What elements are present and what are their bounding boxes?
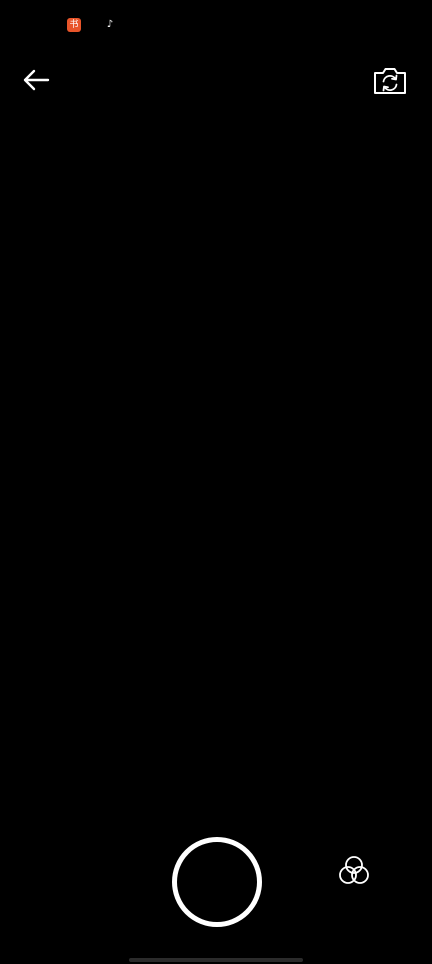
flip-camera-button[interactable] bbox=[368, 58, 412, 102]
app-notification-icon: 书 bbox=[67, 18, 81, 32]
camera-flip-icon bbox=[374, 68, 406, 94]
filters-button[interactable] bbox=[334, 850, 374, 890]
tiktok-icon: ♪ bbox=[103, 18, 117, 32]
back-button[interactable] bbox=[16, 60, 56, 100]
shutter-button[interactable] bbox=[172, 837, 262, 927]
home-indicator[interactable] bbox=[129, 958, 303, 962]
arrow-left-icon bbox=[23, 69, 50, 91]
status-bar: 书 ♪ bbox=[0, 0, 432, 48]
camera-viewfinder[interactable] bbox=[0, 110, 432, 820]
filters-icon bbox=[339, 856, 369, 884]
